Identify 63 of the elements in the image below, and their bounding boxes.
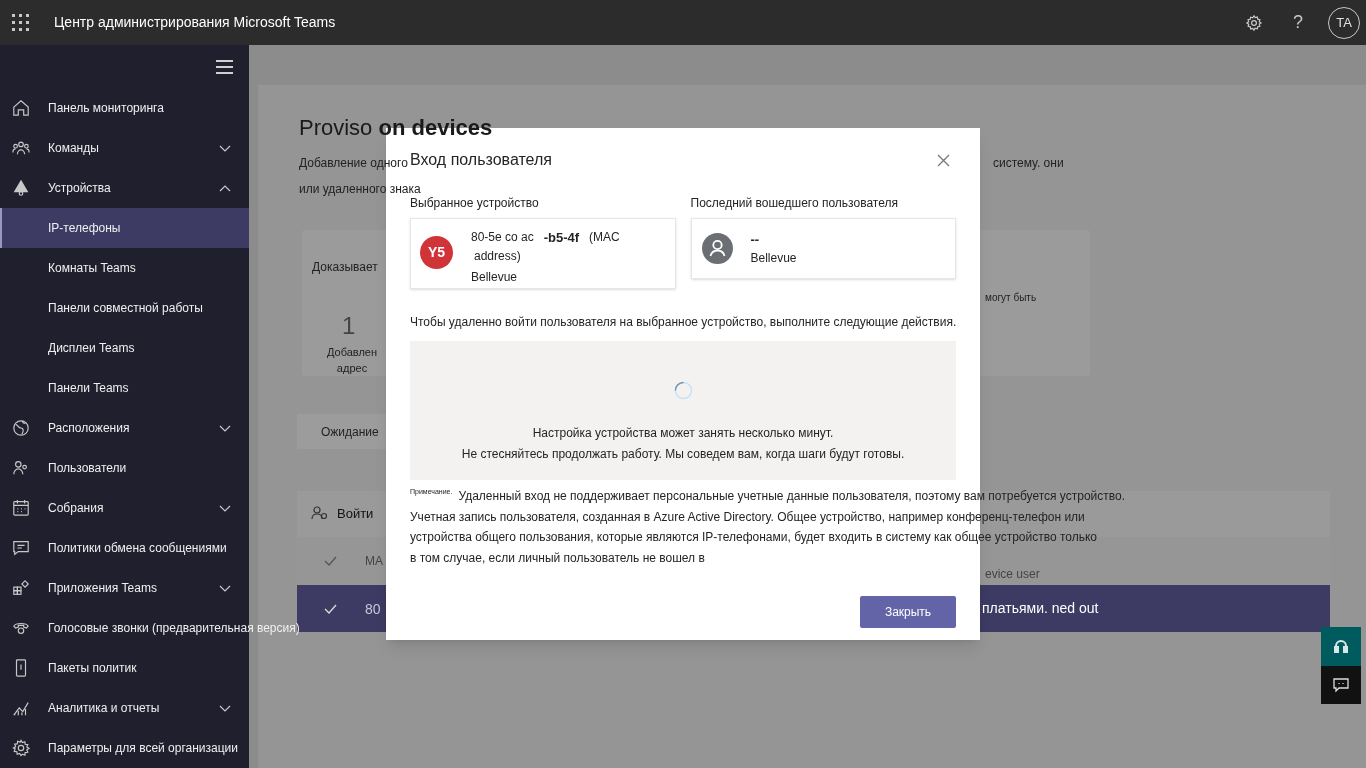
- sidebar-item[interactable]: Пользователи: [0, 448, 249, 488]
- sidebar-item[interactable]: Параметры для всей организации: [0, 728, 249, 768]
- progress-message: Настройка устройства может занять несколько минут. Не стесняйтесь продолжать работу. Мы соведем вам, когда шаги будут готовы.: [461, 425, 905, 463]
- sidebar-item[interactable]: Панели Teams: [0, 368, 249, 408]
- app-title: Центр администрирования Microsoft Teams: [54, 13, 336, 32]
- settings-icon[interactable]: [1245, 13, 1263, 32]
- check-icon[interactable]: [324, 556, 337, 566]
- sidebar-item[interactable]: Панель мониторинга: [0, 88, 249, 128]
- description-text: Добавление одного: [299, 155, 408, 172]
- chat-icon: [1333, 677, 1349, 693]
- menu-icon[interactable]: [216, 59, 233, 74]
- sidebar-item[interactable]: Устройства: [0, 168, 249, 208]
- home-icon: [12, 99, 30, 117]
- sign-in-action[interactable]: Войти: [337, 504, 374, 524]
- sidebar-item[interactable]: Панели совместной работы: [0, 288, 249, 328]
- card-count: 1: [342, 311, 357, 341]
- settings-icon: [12, 739, 30, 757]
- card-caption: Добавлен адрес: [325, 345, 379, 376]
- card-text: могут быть: [985, 291, 1037, 305]
- note-text: Удаленный вход не поддерживает персональные учетные данные пользователя, поэтому вам потребуется устройство.: [458, 488, 1126, 505]
- sidebar-item[interactable]: IP-телефоны: [0, 208, 249, 248]
- app-launcher-icon[interactable]: [12, 14, 29, 31]
- description-text: систему. они: [993, 155, 1064, 172]
- instruction-text: Чтобы удаленно войти пользователя на выбранное устройство, выполните следующие действия.: [410, 314, 956, 331]
- message-icon: [12, 539, 30, 557]
- sidebar-item[interactable]: Собрания: [0, 488, 249, 528]
- field-label: Последний вошедшего пользователя: [690, 195, 899, 212]
- sidebar-item[interactable]: Аналитика и отчеты: [0, 688, 249, 728]
- device-location: Bellevue: [471, 269, 519, 286]
- help-button[interactable]: [1321, 627, 1361, 666]
- user-location: Bellevue: [750, 249, 797, 267]
- bar-chart-icon: [12, 699, 30, 717]
- feedback-button[interactable]: [1321, 666, 1361, 704]
- globe-icon: [12, 419, 30, 437]
- device-name: -b5-4f: [543, 229, 580, 247]
- users-icon: [12, 459, 30, 477]
- calendar-icon: [12, 499, 30, 517]
- field-label: Выбранное устройство: [410, 195, 540, 212]
- help-icon[interactable]: ?: [1293, 9, 1303, 36]
- sidebar-item[interactable]: Приложения Teams: [0, 568, 249, 608]
- sidebar-item[interactable]: Пакеты политик: [0, 648, 249, 688]
- description-text: или удаленного знака: [299, 181, 421, 197]
- device-name: 80-5e co ac: [471, 229, 534, 246]
- sidebar-item[interactable]: Расположения: [0, 408, 249, 448]
- spinner-icon: [673, 381, 693, 400]
- close-icon[interactable]: [937, 153, 950, 167]
- device-name: address): [474, 248, 522, 265]
- device-avatar: Y5: [420, 236, 453, 269]
- sidebar-item[interactable]: Дисплеи Teams: [0, 328, 249, 368]
- close-button[interactable]: Закрыть: [860, 596, 956, 628]
- headset-icon: [1334, 638, 1348, 655]
- user-name: --: [750, 230, 761, 249]
- table-cell-text: платьями. ned out: [982, 599, 1099, 618]
- card-label: Доказывает: [312, 259, 378, 276]
- sidebar-item[interactable]: Команды: [0, 128, 249, 168]
- apps-icon: [12, 579, 30, 597]
- sidebar-item[interactable]: Комнаты Teams: [0, 248, 249, 288]
- device-name: (MAC: [589, 229, 620, 246]
- dialog-title: Вход пользователя: [410, 150, 552, 170]
- people-icon: [12, 139, 30, 157]
- sidebar-item[interactable]: Политики обмена сообщениями: [0, 528, 249, 568]
- person-avatar-icon: [701, 233, 733, 264]
- table-cell: 80: [365, 600, 381, 617]
